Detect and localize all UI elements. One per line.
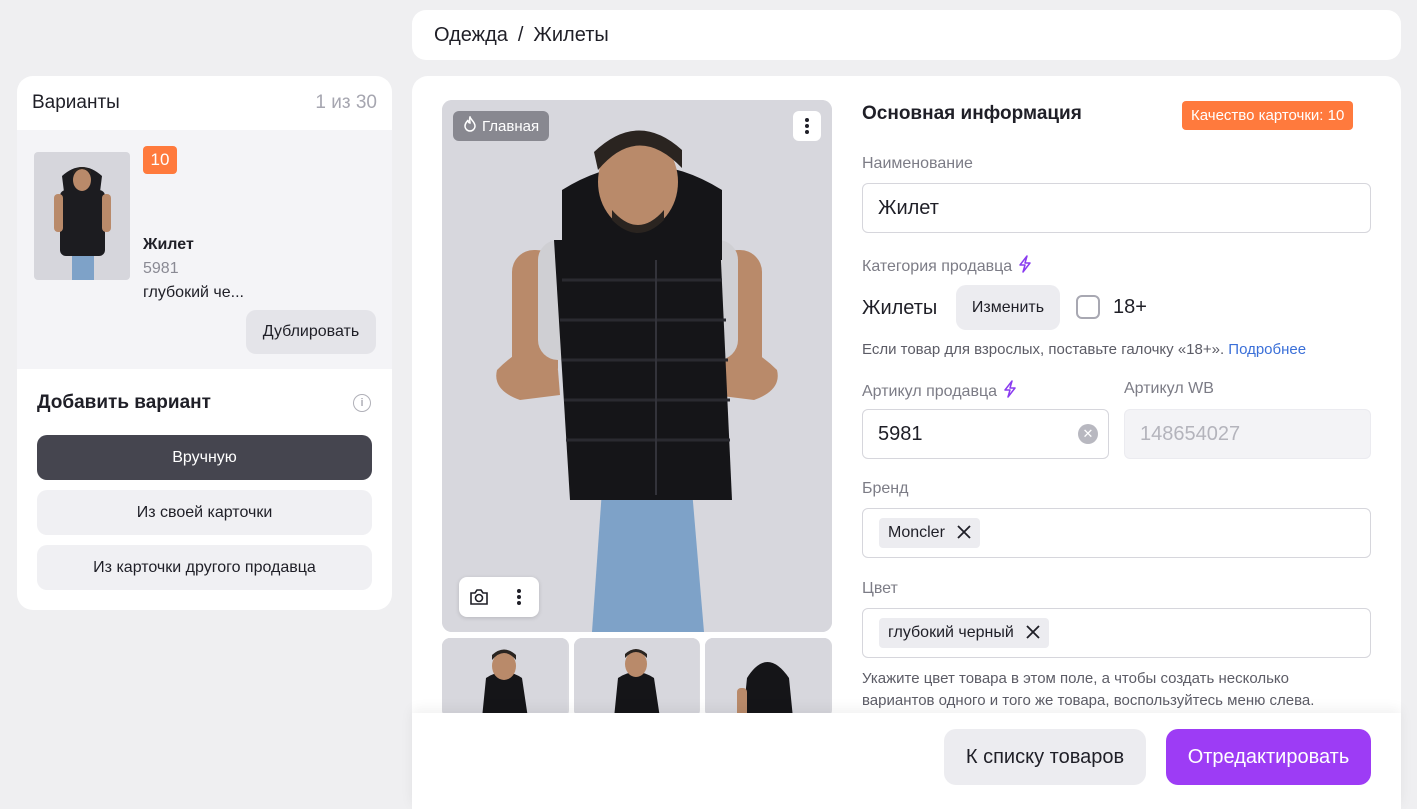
wb-article-label: Артикул WB	[1124, 380, 1214, 397]
add-from-other-seller-button[interactable]: Из карточки другого продавца	[37, 545, 372, 590]
seller-article-value: 5981	[878, 422, 923, 445]
lightning-icon	[1003, 380, 1017, 403]
close-icon[interactable]	[957, 523, 971, 544]
category-label-text: Категория продавца	[862, 257, 1013, 275]
close-icon[interactable]	[1026, 623, 1040, 644]
color-hint: Укажите цвет товара в этом поле, а чтобы…	[862, 668, 1314, 712]
camera-search-icon[interactable]	[459, 577, 499, 617]
main-photo-label: Главная	[453, 111, 550, 141]
adult-hint-text: Если товар для взрослых, поставьте галоч…	[862, 341, 1225, 358]
add-variant-title: Добавить вариант	[37, 392, 211, 413]
color-chip-label: глубокий черный	[888, 624, 1014, 641]
photo-menu-button[interactable]	[793, 111, 821, 141]
edit-button[interactable]: Отредактировать	[1166, 729, 1371, 785]
color-chip: глубокий черный	[879, 618, 1049, 648]
category-label: Категория продавца	[862, 255, 1032, 278]
duplicate-button[interactable]: Дублировать	[246, 310, 376, 354]
variants-header: Варианты 1 из 30	[17, 76, 392, 130]
seller-article-field[interactable]: 5981 ✕	[862, 409, 1109, 459]
wb-article-field: 148654027	[1124, 409, 1371, 459]
main-photo-label-text: Главная	[482, 117, 540, 135]
card-quality-badge: Качество карточки: 10	[1182, 101, 1354, 130]
photo-thumbnails	[442, 638, 833, 718]
variants-count: 1 из 30	[315, 92, 377, 113]
breadcrumb: Одежда / Жилеты	[412, 10, 1401, 60]
name-value: Жилет	[878, 196, 939, 219]
back-to-list-button[interactable]: К списку товаров	[944, 729, 1146, 785]
photo-thumbnail[interactable]	[705, 638, 833, 718]
more-link[interactable]: Подробнее	[1228, 341, 1306, 358]
lightning-icon	[1018, 255, 1032, 278]
color-field[interactable]: глубокий черный	[862, 608, 1371, 658]
variant-name: Жилет	[143, 236, 194, 253]
seller-article-label: Артикул продавца	[862, 380, 1017, 403]
info-icon[interactable]: i	[353, 394, 371, 412]
seller-article-label-text: Артикул продавца	[862, 382, 997, 400]
breadcrumb-separator: /	[517, 23, 524, 46]
breadcrumb-parent[interactable]: Одежда	[434, 24, 508, 47]
brand-label: Бренд	[862, 480, 909, 497]
variants-panel: Варианты 1 из 30 10 Жилет 5981 глубокий …	[17, 76, 392, 610]
color-label: Цвет	[862, 580, 898, 597]
clear-icon[interactable]: ✕	[1078, 424, 1098, 444]
variant-color: глубокий че...	[143, 284, 244, 301]
variants-title: Варианты	[32, 92, 120, 113]
add-from-own-card-button[interactable]: Из своей карточки	[37, 490, 372, 535]
color-hint-line-2: вариантов одного и того же товара, воспо…	[862, 692, 1315, 709]
main-photo[interactable]: Главная	[442, 100, 832, 632]
add-manual-button[interactable]: Вручную	[37, 435, 372, 480]
section-title: Основная информация	[862, 103, 1082, 124]
category-value: Жилеты	[862, 297, 938, 319]
photo-thumbnail[interactable]	[573, 638, 701, 718]
more-vertical-icon[interactable]	[499, 577, 539, 617]
variant-article: 5981	[143, 260, 179, 277]
adult-hint: Если товар для взрослых, поставьте галоч…	[862, 339, 1306, 361]
breadcrumb-current: Жилеты	[533, 23, 609, 46]
brand-chip: Moncler	[879, 518, 980, 548]
fire-icon	[463, 115, 477, 136]
photo-tools	[459, 577, 539, 617]
name-field[interactable]: Жилет	[862, 183, 1371, 233]
variant-quality-badge: 10	[143, 146, 177, 174]
adult-label: 18+	[1113, 296, 1147, 318]
variant-thumbnail[interactable]	[34, 152, 130, 280]
action-bar: К списку товаров Отредактировать	[412, 713, 1401, 809]
variant-card[interactable]: 10 Жилет 5981 глубокий че... Дублировать	[17, 130, 392, 369]
brand-chip-label: Moncler	[888, 524, 945, 541]
more-vertical-icon	[805, 118, 809, 134]
brand-field[interactable]: Moncler	[862, 508, 1371, 558]
change-category-button[interactable]: Изменить	[956, 285, 1060, 330]
name-label: Наименование	[862, 155, 973, 172]
product-card: Главная Основная информация Качество кар…	[412, 76, 1401, 809]
adult-checkbox[interactable]	[1076, 295, 1100, 319]
wb-article-value: 148654027	[1140, 422, 1241, 445]
photo-thumbnail[interactable]	[442, 638, 569, 718]
color-hint-line-1: Укажите цвет товара в этом поле, а чтобы…	[862, 670, 1290, 687]
